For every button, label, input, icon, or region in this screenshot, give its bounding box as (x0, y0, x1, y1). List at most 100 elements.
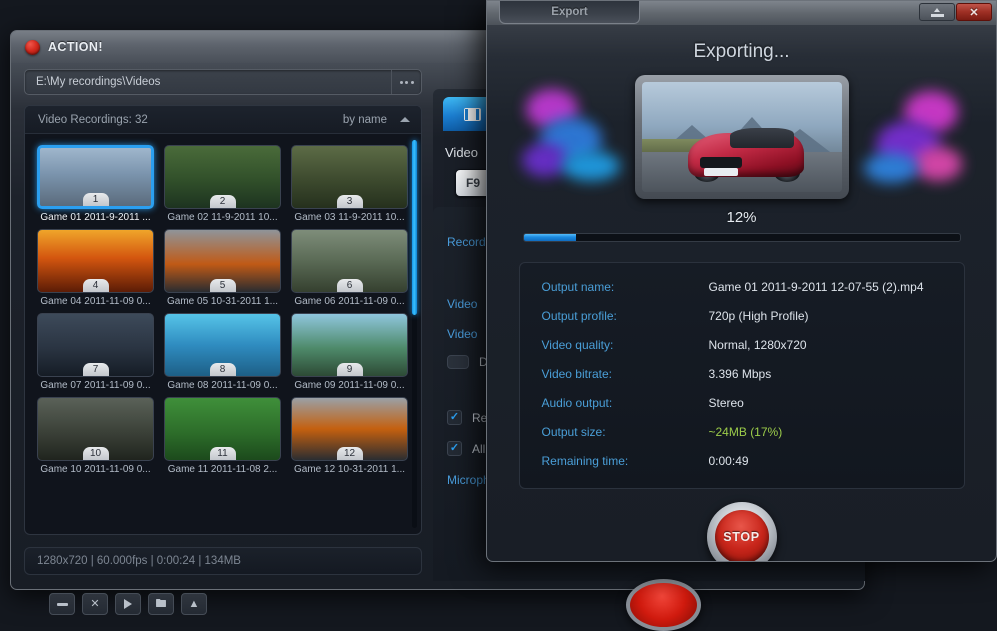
checkbox-all[interactable]: ✓ (447, 441, 462, 456)
upload-icon: ▲ (189, 599, 200, 610)
thumbnail-item[interactable]: 10 Game 10 2011-11-09 0... (37, 397, 154, 475)
thumbnail-label: Game 09 2011-11-09 0... (291, 380, 408, 391)
progress-bar-fill (524, 234, 576, 241)
checkbox-all-label: All (472, 442, 485, 456)
delete-button[interactable]: ✕ (82, 593, 108, 615)
remove-button[interactable] (49, 593, 75, 615)
stop-button-label: STOP (715, 510, 769, 562)
recordings-count: Video Recordings: 32 (38, 114, 343, 126)
output-path-field[interactable]: E:\My recordings\Videos (25, 76, 391, 88)
thumbnail-item[interactable]: 4Game 04 2011-11-09 0... (37, 229, 154, 307)
detail-label: Output name: (542, 280, 709, 294)
thumbnail-image: 9 (291, 313, 408, 377)
detail-row: Output name:Game 01 2011-9-2011 12-07-55… (542, 280, 964, 309)
minimize-button[interactable] (919, 3, 955, 21)
thumbnail-image: 6 (291, 229, 408, 293)
preview-area (522, 75, 962, 203)
video-link-1[interactable]: Video (447, 297, 477, 311)
tab-export[interactable]: Export (499, 1, 640, 24)
sort-mode-label[interactable]: by name (343, 114, 387, 126)
splash-decoration-left (522, 81, 652, 199)
thumbnail-item[interactable]: 9 Game 09 2011-11-09 0... (291, 313, 408, 391)
recordings-panel: E:\My recordings\Videos Video Recordings… (22, 69, 424, 581)
play-button[interactable] (115, 593, 141, 615)
minus-icon (57, 603, 68, 606)
thumbnail-image: 1 (37, 145, 154, 209)
close-button[interactable]: ✕ (956, 3, 992, 21)
preview-frame (635, 75, 849, 199)
thumbnail-image: 11 (164, 397, 281, 461)
detail-label: Audio output: (542, 396, 709, 410)
thumbnail-number: 7 (83, 363, 109, 376)
check-icon: ✓ (450, 443, 459, 454)
export-dialog: Export ✕ Exporting... (486, 0, 997, 562)
thumbnail-label: Game 01 2011-9-2011 ... (37, 212, 154, 223)
open-folder-button[interactable]: 🖿 (148, 593, 174, 615)
thumbnail-number: 10 (83, 447, 109, 460)
thumbnail-item[interactable]: 8 Game 08 2011-11-09 0... (164, 313, 281, 391)
thumbnail-item[interactable]: 3Game 03 11-9-2011 10... (291, 145, 408, 223)
thumbnail-number: 3 (337, 195, 363, 208)
detail-value: Stereo (709, 396, 744, 410)
thumbnail-image: 7 (37, 313, 154, 377)
thumbnail-item[interactable]: 1 Game 01 2011-9-2011 ... (37, 145, 154, 223)
output-path-row: E:\My recordings\Videos (24, 69, 422, 95)
detail-label: Video quality: (542, 338, 709, 352)
upload-button[interactable]: ▲ (181, 593, 207, 615)
video-preview-thumbnail (642, 82, 842, 192)
thumbnail-number: 9 (337, 363, 363, 376)
thumbnail-item[interactable]: 2Game 02 11-9-2011 10... (164, 145, 281, 223)
thumbnail-number: 1 (83, 193, 109, 206)
thumbnail-image: 5 (164, 229, 281, 293)
export-details-panel: Output name:Game 01 2011-9-2011 12-07-55… (519, 262, 965, 489)
detail-label: Remaining time: (542, 454, 709, 468)
thumbnail-item[interactable]: 7 Game 07 2011-11-09 0... (37, 313, 154, 391)
microphone-link[interactable]: Microph (447, 473, 490, 487)
minimize-icon (931, 8, 944, 17)
detail-value: Game 01 2011-9-2011 12-07-55 (2).mp4 (709, 280, 924, 294)
recordings-grid-box: Video Recordings: 32 by name 1 Game 01 20… (24, 105, 422, 535)
grid-scrollbar[interactable] (412, 140, 417, 528)
thumbnail-item[interactable]: 11 Game 11 2011-11-08 2... (164, 397, 281, 475)
detail-row: Video bitrate:3.396 Mbps (542, 367, 964, 396)
thumbnail-label: Game 11 2011-11-08 2... (164, 464, 281, 475)
browse-button[interactable] (391, 70, 421, 94)
thumbnail-image: 3 (291, 145, 408, 209)
thumbnail-image: 10 (37, 397, 154, 461)
thumbnail-label: Game 02 11-9-2011 10... (164, 212, 281, 223)
thumbnail-label: Game 08 2011-11-09 0... (164, 380, 281, 391)
thumbnail-item[interactable]: 6 Game 06 2011-11-09 0... (291, 229, 408, 307)
detail-label: Output size: (542, 425, 709, 439)
stop-button[interactable]: STOP (707, 502, 777, 562)
thumbnail-item[interactable]: 5 Game 05 10-31-2011 1... (164, 229, 281, 307)
thumbnail-label: Game 05 10-31-2011 1... (164, 296, 281, 307)
thumbnail-grid: 1 Game 01 2011-9-2011 ... 2Game 02 11-9-20… (25, 134, 410, 475)
detail-label: Output profile: (542, 309, 709, 323)
duration-toggle[interactable] (447, 355, 469, 369)
record-button[interactable] (626, 579, 701, 631)
thumbnail-label: Game 10 2011-11-09 0... (37, 464, 154, 475)
grid-header: Video Recordings: 32 by name (25, 106, 421, 134)
status-bar: 1280x720 | 60.000fps | 0:00:24 | 134MB (24, 547, 422, 575)
detail-value: 3.396 Mbps (709, 367, 772, 381)
thumbnail-label: Game 07 2011-11-09 0... (37, 380, 154, 391)
thumbnail-label: Game 12 10-31-2011 1... (291, 464, 408, 475)
film-strip-icon (464, 108, 481, 121)
record-link[interactable]: Record (447, 235, 486, 249)
app-title: ACTION! (48, 40, 103, 54)
thumbnail-label: Game 06 2011-11-09 0... (291, 296, 408, 307)
grid-scrollbar-thumb[interactable] (412, 140, 417, 315)
chevron-up-icon[interactable] (400, 117, 410, 122)
detail-value: Normal, 1280x720 (709, 338, 807, 352)
thumbnail-number: 11 (210, 447, 236, 460)
splash-decoration-right (832, 81, 962, 199)
thumbnail-image: 8 (164, 313, 281, 377)
video-link-2[interactable]: Video (447, 327, 477, 341)
progress-bar (523, 233, 961, 242)
progress-percent: 12% (487, 209, 996, 226)
thumbnail-image: 12 (291, 397, 408, 461)
checkbox-record[interactable]: ✓ (447, 410, 462, 425)
detail-value: ~24MB (17%) (709, 425, 783, 439)
thumbnail-item[interactable]: 12 Game 12 10-31-2011 1... (291, 397, 408, 475)
dot-icon (405, 81, 408, 84)
